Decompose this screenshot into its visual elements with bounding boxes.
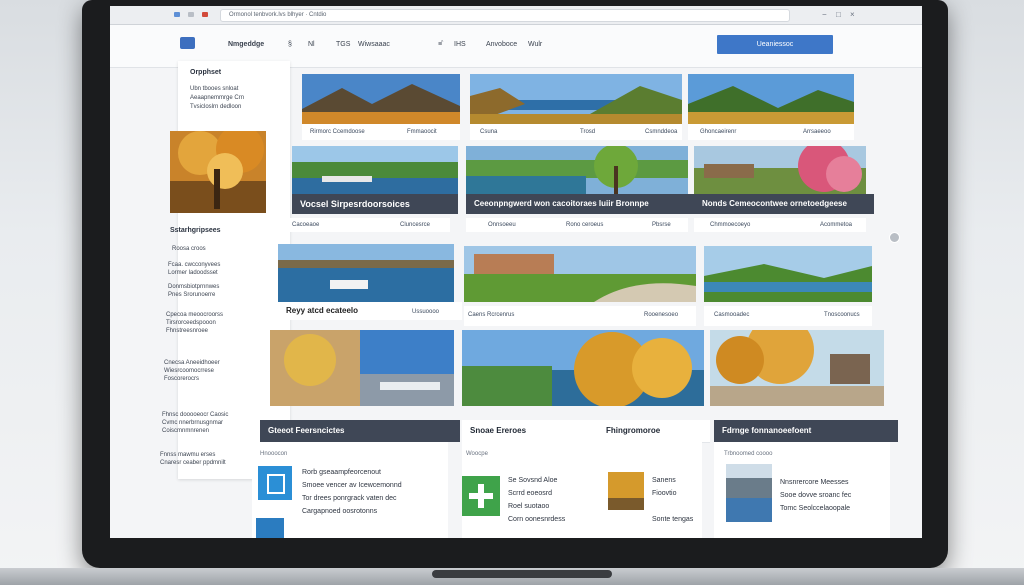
photo-tile[interactable] bbox=[462, 330, 704, 406]
photo-tile[interactable] bbox=[704, 246, 872, 302]
close-icon[interactable]: × bbox=[850, 10, 855, 19]
photo-tile[interactable] bbox=[694, 146, 866, 194]
tile-title-band: Nonds Cemeocontwee ornetoedgeese bbox=[694, 194, 874, 214]
sidebar-link[interactable]: Cnecsa Aneeidhoeer bbox=[164, 359, 220, 367]
minimize-icon[interactable]: − bbox=[822, 10, 827, 19]
maximize-icon[interactable]: □ bbox=[836, 10, 841, 19]
browser-window: Ormonol tenbvork.lvs blhyer · Cntdio − □… bbox=[110, 6, 922, 538]
section-card: Hnooocon Rorb gseaampfeorcenout Smoee ve… bbox=[252, 442, 448, 538]
section-subtitle: Roosa croos bbox=[172, 246, 206, 252]
address-bar[interactable]: Ormonol tenbvork.lvs blhyer · Cntdio bbox=[220, 9, 790, 22]
tile-title-band: Vocsel Sirpesrdoorsoices bbox=[292, 194, 458, 214]
app-icon[interactable] bbox=[258, 466, 292, 500]
sidebar-link[interactable]: Tirsrorceedspooon bbox=[166, 319, 216, 327]
tile-title-band: Ceeonpngwerd won cacoitoraes Iuiir Bronn… bbox=[466, 194, 696, 214]
scroll-indicator[interactable] bbox=[889, 232, 900, 243]
nav-item[interactable]: IHS bbox=[454, 41, 466, 48]
sidebar-link[interactable]: Fcaa. cwcconyvees bbox=[168, 261, 220, 269]
sidebar-link[interactable]: Foscorerocrs bbox=[164, 375, 199, 383]
photo-tile[interactable] bbox=[688, 74, 854, 124]
tab-icon[interactable] bbox=[188, 12, 194, 17]
nav-item[interactable]: ≡̂ bbox=[438, 41, 442, 48]
sidebar-link[interactable]: Coiscmnmnrenen bbox=[162, 427, 209, 435]
photo-tile[interactable] bbox=[292, 146, 458, 194]
stand-base bbox=[432, 570, 612, 578]
nav-item[interactable]: § bbox=[288, 41, 292, 48]
photo-tile[interactable] bbox=[470, 74, 682, 124]
cta-button[interactable]: Ueaniessoc bbox=[717, 35, 833, 54]
section-card: Trbnoomed coooo Nnsnrercore Meesses Sooe… bbox=[714, 442, 890, 538]
browser-chrome: Ormonol tenbvork.lvs blhyer · Cntdio − □… bbox=[110, 6, 922, 25]
sidebar: Orpphset Ubn tbooes snloat Aeaapnemmrge … bbox=[160, 61, 290, 479]
sidebar-link[interactable]: Cnaresr ceaber ppdmnilt bbox=[160, 459, 226, 467]
sidebar-link[interactable]: Wiesrcoomocrrese bbox=[164, 367, 214, 375]
photo-tile[interactable] bbox=[278, 244, 454, 302]
photo-tile[interactable] bbox=[464, 246, 696, 302]
section-header: Fdrnge fonnanoeefoent bbox=[714, 420, 898, 442]
sidebar-link[interactable]: Donmsbiotprnnwes bbox=[168, 283, 219, 291]
photo-tile[interactable] bbox=[466, 146, 688, 194]
site-logo[interactable] bbox=[180, 37, 195, 49]
brand-name[interactable]: Nmgeddge bbox=[228, 41, 264, 48]
sidebar-text: Aeaapnemmrge Crn bbox=[190, 95, 245, 101]
sidebar-link[interactable]: Fhnsc dooooeocr Caosic bbox=[162, 411, 228, 419]
photo-tile[interactable] bbox=[302, 74, 460, 124]
tile-link[interactable]: Ussuoooo bbox=[412, 309, 439, 315]
tile-caption: Ghoncaeirenr Arrsaeeoo bbox=[688, 124, 854, 140]
tile-caption: Casmooadec Tnoscoonucs bbox=[704, 306, 872, 326]
nav-item[interactable]: TGS bbox=[336, 41, 350, 48]
nav-item[interactable]: Wiwsaaac bbox=[358, 41, 390, 48]
section-header: Gteeot Feersncictes bbox=[260, 420, 460, 442]
add-icon[interactable] bbox=[462, 476, 500, 516]
app-icon[interactable] bbox=[256, 518, 284, 538]
section-header: Snoae Ereroes Fhingromoroe bbox=[462, 420, 710, 443]
sidebar-link[interactable]: Fhnstreesnroee bbox=[166, 327, 208, 335]
tile-caption: Chmmoecoeyo Acommetoa bbox=[694, 218, 866, 232]
sidebar-link[interactable]: Cvmc nnerbrnusgnmar bbox=[162, 419, 223, 427]
tab-icon[interactable] bbox=[174, 12, 180, 17]
photo-tile[interactable] bbox=[270, 330, 454, 406]
tile-caption: Csuna Trosd Csmnddeoa bbox=[470, 124, 682, 140]
sidebar-link[interactable]: Cpecoa meoocroorss bbox=[166, 311, 223, 319]
thumbnail[interactable] bbox=[726, 464, 772, 522]
sidebar-text: Tvsicloslrn dedloon bbox=[190, 104, 242, 110]
sidebar-link[interactable]: Pnes Srorunoerre bbox=[168, 291, 215, 299]
nav-item[interactable]: Nl bbox=[308, 41, 315, 48]
section-card: Woocpe Se Sovsnd Aloe Scrrd eoeosrd Roel… bbox=[462, 442, 702, 538]
thumbnail[interactable] bbox=[608, 472, 644, 510]
tile-caption: Cacoeaoe Cluncesrce bbox=[282, 218, 450, 232]
sidebar-image bbox=[170, 131, 266, 213]
tile-caption: Caens Rcrcenrus Rooenesoeo bbox=[464, 306, 696, 326]
tab-icon[interactable] bbox=[202, 12, 208, 17]
sidebar-link[interactable]: Fnnss mawmu erses bbox=[160, 451, 215, 459]
nav-item[interactable]: Wulr bbox=[528, 41, 542, 48]
section-title: Sstarhgripsees bbox=[170, 227, 221, 234]
sidebar-text: Ubn tbooes snloat bbox=[190, 86, 239, 92]
tile-caption: Onnsoeeu Rono ceroeus Pbsrse bbox=[466, 218, 688, 232]
sidebar-link[interactable]: Lormer ladoodsset bbox=[168, 269, 218, 277]
photo-tile[interactable] bbox=[710, 330, 884, 406]
sidebar-title: Orpphset bbox=[190, 69, 222, 76]
tile-caption: Rirmorc Ccemdoose Fmmaoocit bbox=[302, 124, 460, 140]
nav-item[interactable]: Anvoboce bbox=[486, 41, 517, 48]
